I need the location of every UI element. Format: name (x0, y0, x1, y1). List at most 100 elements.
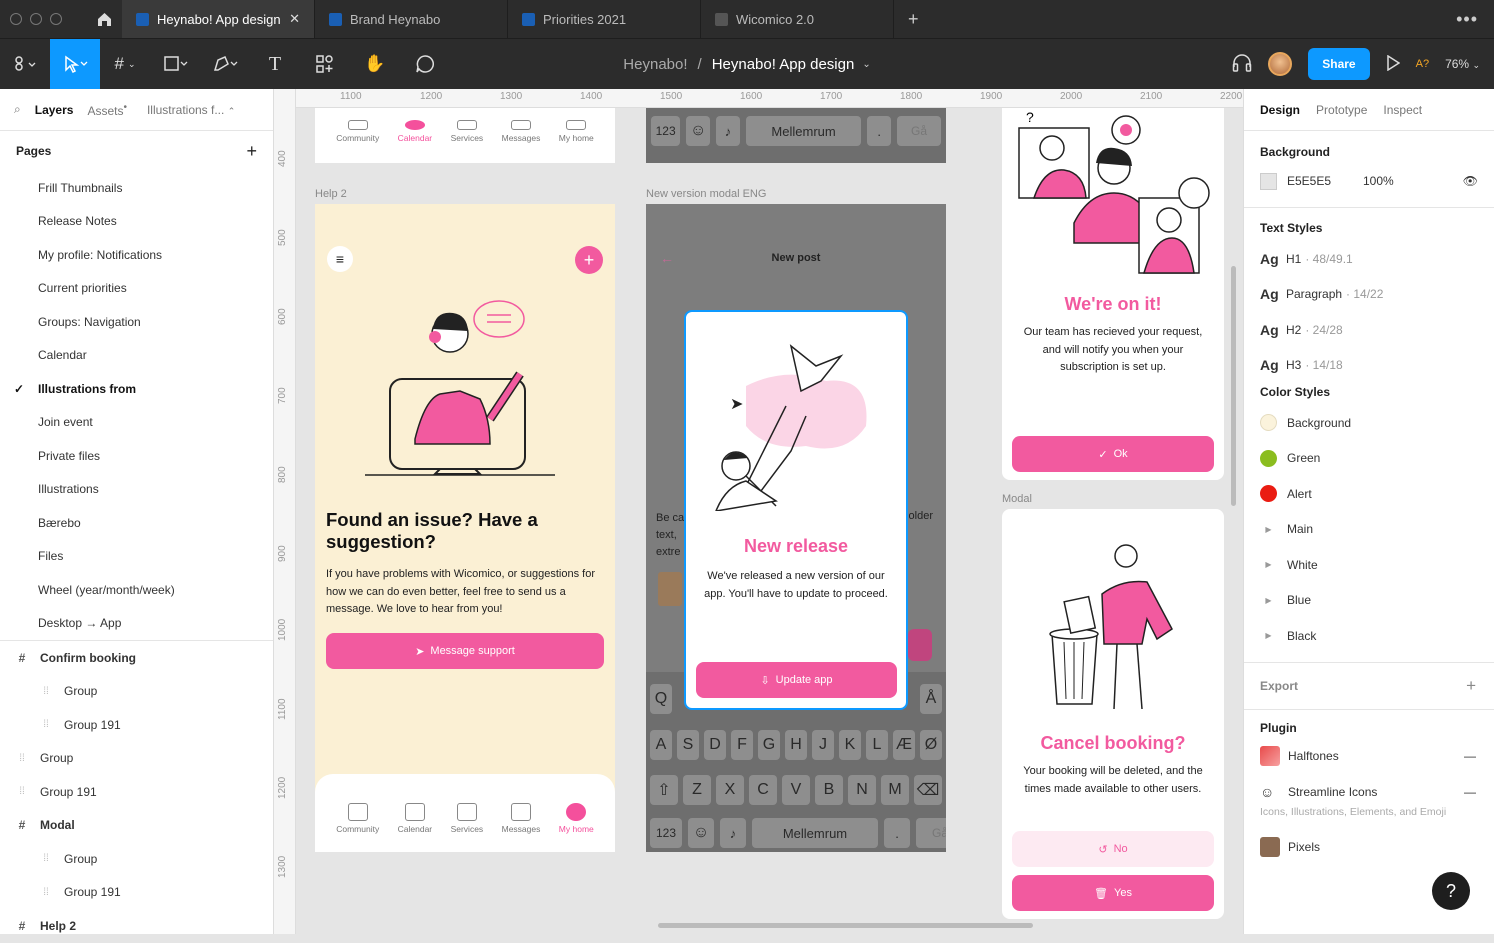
audio-headphones-icon[interactable] (1232, 53, 1252, 75)
nav-item-services[interactable]: Services (451, 120, 483, 143)
share-button[interactable]: Share (1308, 48, 1370, 80)
file-name[interactable]: Heynabo! App design (712, 56, 855, 73)
nav-item-my-home[interactable]: My home (559, 120, 594, 143)
resources-icon[interactable] (300, 39, 350, 89)
text-style-item[interactable]: Ag H3 · 14/18 (1244, 348, 1494, 384)
color-style-item[interactable]: ▶ Blue (1244, 583, 1494, 619)
new-tab-icon[interactable]: + (894, 9, 933, 30)
keyboard-key[interactable]: X (716, 775, 744, 805)
key-123[interactable]: 123 (651, 116, 681, 146)
keyboard-key[interactable]: F (731, 730, 753, 760)
color-style-item[interactable]: ▶ Black (1244, 618, 1494, 654)
page-item[interactable]: Desktop → App (0, 607, 273, 641)
shape-tool-icon[interactable] (150, 39, 200, 89)
tab-inspect[interactable]: Inspect (1383, 103, 1422, 117)
keyboard-key[interactable]: L (866, 730, 888, 760)
page-item[interactable]: Release Notes (0, 205, 273, 239)
update-modal-card[interactable]: New release We've released a new version… (684, 310, 908, 710)
chevron-down-icon[interactable]: ⌄ (862, 59, 870, 70)
comment-tool-icon[interactable] (400, 39, 450, 89)
add-export-icon[interactable]: + (1466, 676, 1476, 696)
text-style-item[interactable]: Ag H2 · 24/28 (1244, 312, 1494, 348)
main-menu-icon[interactable] (0, 39, 50, 89)
page-item[interactable]: Files (0, 540, 273, 574)
nav-item-community[interactable]: Community (336, 803, 379, 834)
page-item[interactable]: Wheel (year/month/week) (0, 573, 273, 607)
add-page-icon[interactable]: + (246, 141, 257, 162)
frame-label-modal[interactable]: Modal (1002, 493, 1032, 505)
text-tool-icon[interactable]: T (250, 39, 300, 89)
keyboard-key[interactable]: ⇧ (650, 775, 678, 805)
tab-prototype[interactable]: Prototype (1316, 103, 1367, 117)
keyboard-key[interactable]: C (749, 775, 777, 805)
remove-plugin-icon[interactable]: — (1464, 749, 1476, 763)
layer-row[interactable]: # Help 2 (0, 909, 273, 943)
home-icon[interactable] (86, 11, 122, 27)
help-button[interactable]: ? (1432, 872, 1470, 910)
color-style-item[interactable]: ▶ White (1244, 547, 1494, 583)
frame-label-new-version[interactable]: New version modal ENG (646, 188, 766, 200)
page-item[interactable]: Current priorities (0, 272, 273, 306)
background-hex[interactable]: E5E5E5 (1287, 174, 1363, 188)
key-123[interactable]: 123 (650, 818, 682, 848)
project-name[interactable]: Heynabo! (623, 56, 687, 73)
layer-row[interactable]: ⁞⁞ Group (0, 742, 273, 776)
tab-assets[interactable]: Assets• (87, 102, 127, 118)
tab-design[interactable]: Design (1260, 103, 1300, 117)
minimize-window-button[interactable] (30, 13, 42, 25)
keyboard-key[interactable]: H (785, 730, 807, 760)
frame-tool-icon[interactable]: # ⌄ (100, 39, 150, 89)
key-dot[interactable]: . (884, 818, 910, 848)
more-icon[interactable]: ••• (1456, 9, 1494, 30)
nav-item-my-home[interactable]: My home (559, 803, 594, 834)
key-q[interactable]: Q (650, 684, 672, 714)
layer-row[interactable]: # Modal (0, 809, 273, 843)
frame-keyboard-top[interactable]: 123 ☺ ♪ Mellemrum . Gå (646, 108, 946, 163)
avatar[interactable] (1268, 52, 1293, 76)
key-emoji[interactable]: ☺ (688, 818, 714, 848)
keyboard-key[interactable]: V (782, 775, 810, 805)
page-item[interactable]: My profile: Notifications (0, 238, 273, 272)
move-tool-icon[interactable] (50, 39, 100, 89)
key-aa[interactable]: Å (920, 684, 942, 714)
nav-item-services[interactable]: Services (451, 803, 483, 834)
page-item[interactable]: Groups: Navigation (0, 305, 273, 339)
page-item[interactable]: ✓ Illustrations from (0, 372, 273, 406)
page-item[interactable]: Join event (0, 406, 273, 440)
layer-row[interactable]: ⁞⁞ Group 191 (0, 876, 273, 910)
keyboard-key[interactable]: B (815, 775, 843, 805)
keyboard-key[interactable]: M (881, 775, 909, 805)
layer-row[interactable]: ⁞⁞ Group 191 (0, 775, 273, 809)
layer-row[interactable]: ⁞⁞ Group (0, 842, 273, 876)
page-item[interactable]: Frill Thumbnails (0, 171, 273, 205)
horizontal-scrollbar[interactable] (658, 923, 1033, 928)
nav-item-messages[interactable]: Messages (502, 120, 540, 143)
tab-brand-heynabo[interactable]: Brand Heynabo (315, 0, 508, 38)
add-button[interactable]: + (575, 246, 603, 274)
keyboard-key[interactable]: J (812, 730, 834, 760)
frame-top-nav[interactable]: Community Calendar Services Messages My home (315, 108, 615, 163)
keyboard-key[interactable]: G (758, 730, 780, 760)
background-swatch[interactable] (1260, 172, 1277, 190)
search-icon[interactable]: ⌕ (14, 102, 21, 117)
yes-button[interactable]: 🗑 Yes (1012, 875, 1214, 911)
update-app-button[interactable]: ⇩ Update app (696, 662, 897, 698)
background-opacity[interactable]: 100% (1363, 174, 1394, 188)
text-style-item[interactable]: Ag H1 · 48/49.1 (1244, 241, 1494, 277)
keyboard-key[interactable]: ⌫ (914, 775, 942, 805)
color-style-item[interactable]: Green (1244, 441, 1494, 477)
no-button[interactable]: ↺ No (1012, 831, 1214, 867)
nav-item-calendar[interactable]: Calendar (398, 120, 432, 143)
plugin-pixels[interactable]: Pixels (1244, 830, 1494, 866)
keyboard-key[interactable]: K (839, 730, 861, 760)
close-tab-icon[interactable]: ✕ (289, 11, 300, 27)
pen-tool-icon[interactable] (200, 39, 250, 89)
key-mic-icon[interactable]: ♪ (716, 116, 740, 146)
page-item[interactable]: Illustrations (0, 473, 273, 507)
keyboard-key[interactable]: D (704, 730, 726, 760)
ai-badge[interactable]: A? (1416, 58, 1429, 70)
plugin-halftones[interactable]: Halftones — (1244, 739, 1494, 775)
keyboard-key[interactable]: N (848, 775, 876, 805)
frame-modal[interactable]: Cancel booking? Your booking will be del… (1002, 509, 1224, 919)
maximize-window-button[interactable] (50, 13, 62, 25)
